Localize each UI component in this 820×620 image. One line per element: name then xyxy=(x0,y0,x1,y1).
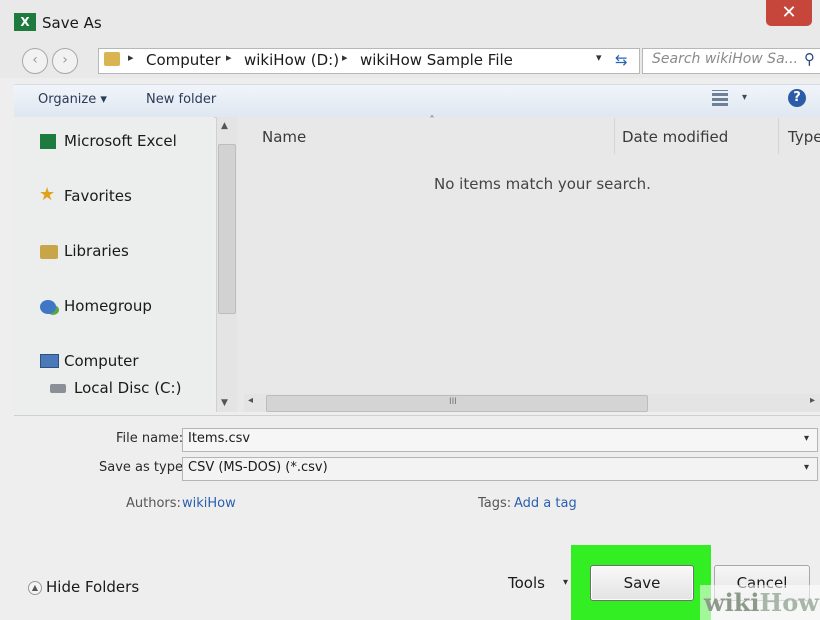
close-button[interactable]: ✕ xyxy=(766,0,812,26)
nav-item-homegroup[interactable]: Homegroup xyxy=(64,297,152,315)
scroll-left-icon[interactable]: ◂ xyxy=(248,395,253,406)
new-folder-button[interactable]: New folder xyxy=(146,92,216,107)
breadcrumb-separator-icon: ▸ xyxy=(226,51,232,64)
scroll-grip-icon: III xyxy=(449,397,457,407)
authors-label: Authors: xyxy=(126,496,181,511)
title-bar xyxy=(0,0,820,42)
breadcrumb-wikihow-drive[interactable]: wikiHow (D:) xyxy=(244,51,339,69)
search-placeholder: Search wikiHow Sa... xyxy=(652,51,799,67)
nav-item-microsoft-excel[interactable]: Microsoft Excel xyxy=(64,132,177,150)
column-header-name[interactable]: Name xyxy=(262,128,306,146)
scroll-up-icon[interactable]: ▲ xyxy=(221,121,228,131)
save-as-type-value[interactable]: CSV (MS-DOS) (*.csv) xyxy=(188,460,328,475)
organize-menu[interactable]: Organize ▾ xyxy=(38,92,107,107)
scroll-right-icon[interactable]: ▸ xyxy=(810,395,815,406)
breadcrumb-computer[interactable]: Computer xyxy=(146,51,221,69)
tools-menu[interactable]: Tools xyxy=(508,574,545,592)
nav-pane-scroll-thumb[interactable] xyxy=(218,144,236,314)
breadcrumb-sample-file[interactable]: wikiHow Sample File xyxy=(360,51,513,69)
tools-dropdown-icon[interactable]: ▾ xyxy=(563,577,568,588)
window-title: Save As xyxy=(42,14,102,32)
library-icon xyxy=(40,245,58,259)
watermark-part-1: wiki xyxy=(704,588,760,617)
drive-icon xyxy=(50,384,66,393)
refresh-icon[interactable]: ⇆ xyxy=(615,51,628,69)
view-dropdown-icon[interactable]: ▾ xyxy=(742,92,747,103)
star-icon: ★ xyxy=(39,184,56,205)
file-name-value[interactable]: Items.csv xyxy=(188,431,250,446)
save-as-type-dropdown-icon[interactable]: ▾ xyxy=(804,462,809,473)
help-icon[interactable]: ? xyxy=(788,89,806,107)
save-button[interactable]: Save xyxy=(590,565,694,601)
watermark-part-2: How xyxy=(759,588,819,617)
breadcrumb-separator-icon: ▸ xyxy=(342,51,348,64)
authors-value[interactable]: wikiHow xyxy=(182,496,236,511)
nav-item-libraries[interactable]: Libraries xyxy=(64,242,129,260)
folder-icon xyxy=(104,52,120,66)
file-name-dropdown-icon[interactable]: ▾ xyxy=(804,433,809,444)
nav-item-favorites[interactable]: Favorites xyxy=(64,187,132,205)
back-button[interactable]: ‹ xyxy=(22,48,48,74)
excel-icon xyxy=(40,134,56,149)
nav-item-local-disc[interactable]: Local Disc (C:) xyxy=(74,379,181,397)
scroll-down-icon[interactable]: ▼ xyxy=(221,398,228,408)
command-toolbar xyxy=(14,84,820,118)
change-view-icon[interactable] xyxy=(712,90,728,106)
computer-icon xyxy=(40,354,59,368)
hide-folders-icon[interactable]: ▲ xyxy=(28,581,42,595)
hide-folders-button[interactable]: Hide Folders xyxy=(46,578,139,596)
save-as-dialog: X Save As ✕ ‹ › ▸ Computer ▸ wikiHow (D:… xyxy=(0,0,820,620)
wikihow-watermark: wikiHow xyxy=(700,585,820,620)
homegroup-icon xyxy=(40,300,56,314)
nav-item-computer[interactable]: Computer xyxy=(64,352,139,370)
file-name-label: File name: xyxy=(116,431,184,446)
column-divider[interactable] xyxy=(778,118,779,154)
tags-value[interactable]: Add a tag xyxy=(514,496,577,511)
file-list-hscroll-thumb[interactable] xyxy=(266,395,648,412)
tags-label: Tags: xyxy=(478,496,512,511)
address-dropdown-icon[interactable]: ▾ xyxy=(596,51,602,64)
file-list-pane xyxy=(237,117,820,412)
breadcrumb-separator-icon: ▸ xyxy=(128,51,134,64)
excel-app-icon: X xyxy=(14,13,36,31)
column-divider[interactable] xyxy=(614,118,615,154)
search-icon[interactable]: ⚲ xyxy=(804,50,815,68)
empty-message: No items match your search. xyxy=(434,175,651,193)
file-name-field[interactable] xyxy=(182,428,818,452)
forward-button[interactable]: › xyxy=(52,48,78,74)
column-header-type[interactable]: Type xyxy=(788,128,820,146)
save-as-type-label: Save as type: xyxy=(99,460,188,475)
column-header-date-modified[interactable]: Date modified xyxy=(622,128,728,146)
sort-indicator-icon: ˆ xyxy=(429,114,435,128)
